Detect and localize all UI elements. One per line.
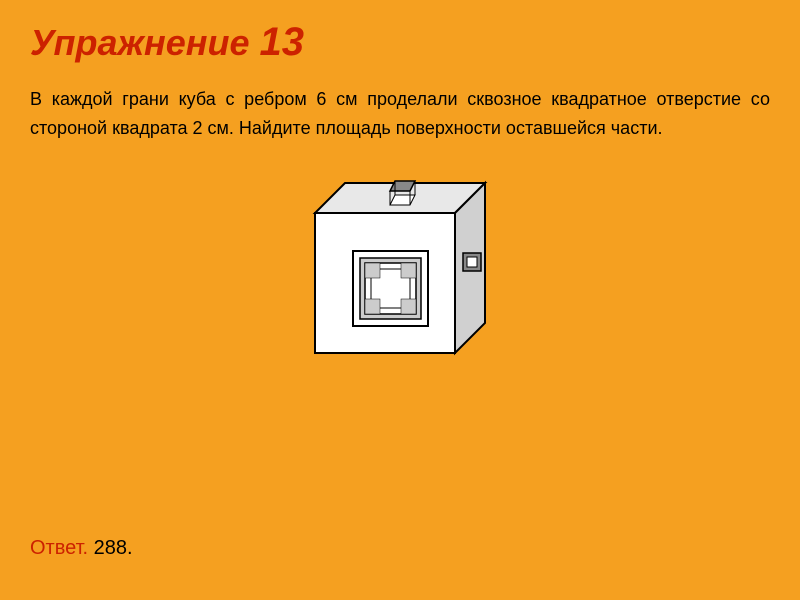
answer-line: Ответ. 288.	[30, 537, 133, 560]
answer-value: 288.	[94, 537, 133, 559]
answer-label: Ответ.	[30, 537, 88, 559]
cube-figure	[285, 163, 515, 393]
title-number: 13	[260, 20, 305, 65]
figure-area	[30, 163, 770, 393]
title-line: Упражнение 13	[30, 20, 770, 65]
problem-text: В каждой грани куба с ребром 6 см продел…	[30, 85, 770, 143]
page-container: Упражнение 13 В каждой грани куба с ребр…	[0, 0, 800, 600]
title-prefix: Упражнение	[30, 22, 250, 64]
